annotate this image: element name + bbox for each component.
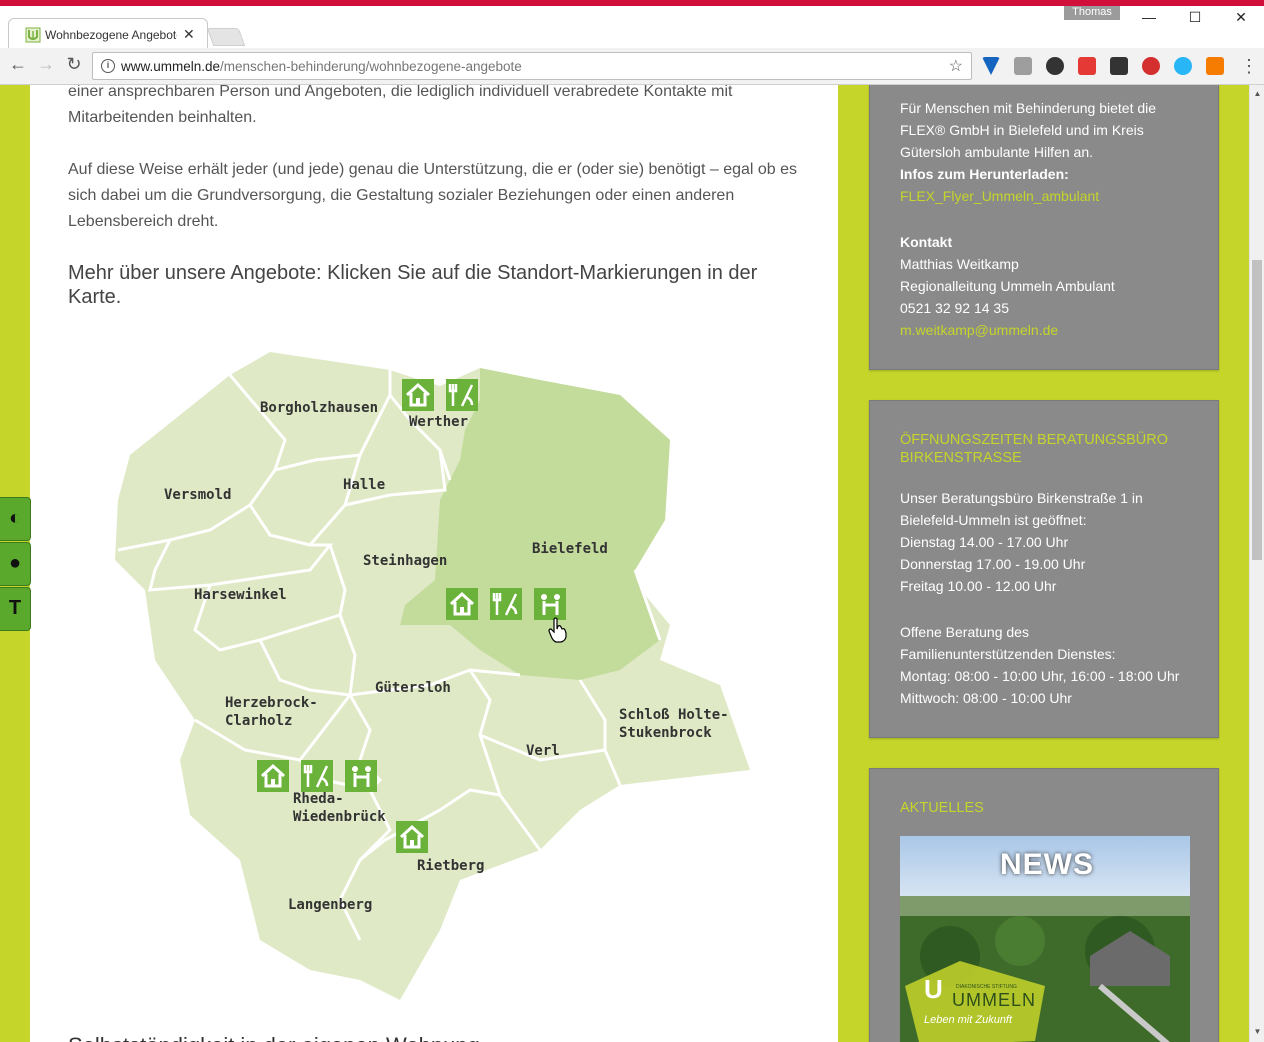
- sidebar-text: Offene Beratung des: [900, 624, 1029, 640]
- forward-arrow-icon[interactable]: →: [34, 54, 58, 75]
- contact-email-link[interactable]: m.weitkamp@ummeln.de: [900, 319, 1200, 341]
- map-label-rheda[interactable]: Rheda-: [293, 791, 344, 807]
- sidebar-text: Familienunterstützenden Dienstes:: [900, 646, 1116, 662]
- reload-icon[interactable]: ↻: [62, 54, 86, 75]
- flyer-download-link[interactable]: FLEX_Flyer_Ummeln_ambulant: [900, 185, 1200, 207]
- map-label-halle[interactable]: Halle: [343, 477, 385, 493]
- sidebar-text: FLEX® GmbH in Bielefeld und im Kreis: [900, 122, 1144, 138]
- logo-name: UMMELN: [952, 990, 1037, 1010]
- extension-s-icon[interactable]: [1142, 57, 1160, 75]
- map-label-werther[interactable]: Werther: [409, 414, 468, 430]
- sidebar-box-flex: Für Menschen mit Behinderung bietet die …: [869, 85, 1219, 370]
- sidebar-text: Gütersloh ambulante Hilfen an.: [900, 144, 1093, 160]
- house-marker-icon[interactable]: [446, 588, 478, 620]
- map-label-rietberg[interactable]: Rietberg: [417, 858, 484, 874]
- support-marker-icon[interactable]: [345, 760, 377, 792]
- grayscale-toggle-icon[interactable]: ●: [0, 542, 31, 586]
- section-subheading: Mehr über unsere Angebote: Klicken Sie a…: [68, 262, 758, 308]
- opening-hours-title: Birkenstraße: [900, 450, 1022, 466]
- map-label-bielefeld[interactable]: Bielefeld: [532, 541, 608, 557]
- map-label-guetersloh[interactable]: Gütersloh: [375, 680, 451, 696]
- contact-role: Regionalleitung Ummeln Ambulant: [900, 278, 1115, 294]
- sidebar-box-opening-hours: Öffnungszeiten Beratungsbüro Birkenstraß…: [869, 400, 1219, 738]
- sidebar-text: Unser Beratungsbüro Birkenstraße 1 in: [900, 490, 1143, 506]
- download-label: Infos zum Herunterladen:: [900, 166, 1069, 182]
- news-label: NEWS: [1000, 848, 1094, 881]
- map-label-langenberg[interactable]: Langenberg: [288, 897, 372, 913]
- site-info-icon[interactable]: i: [101, 59, 115, 73]
- leisure-marker-icon[interactable]: [301, 760, 333, 792]
- ummeln-logo-icon: U: [924, 974, 943, 1004]
- browser-menu-icon[interactable]: ⋮: [1240, 56, 1258, 77]
- extension-ip-icon[interactable]: [1014, 57, 1032, 75]
- text-paragraph: Auf diese Weise erhält jeder (und jede) …: [68, 161, 798, 230]
- news-image[interactable]: NEWS U DIAKONISCHE STIFTUNG UMMELN Leben…: [900, 836, 1190, 1042]
- tab-close-icon[interactable]: ✕: [183, 26, 195, 43]
- house-marker-icon[interactable]: [402, 379, 434, 411]
- section-heading: Selbstständigkeit in der eigenen Wohnung: [68, 1033, 480, 1042]
- map-label-stukenbrock[interactable]: Stukenbrock: [619, 725, 712, 741]
- minimize-icon[interactable]: —: [1126, 6, 1172, 34]
- leisure-marker-icon[interactable]: [490, 588, 522, 620]
- scroll-down-icon[interactable]: ▼: [1250, 1027, 1264, 1036]
- sidebar-text: Mittwoch: 08:00 - 10:00 Uhr: [900, 690, 1072, 706]
- sidebar-text: Bielefeld-Ummeln ist geöffnet:: [900, 512, 1087, 528]
- extension-red-icon[interactable]: [1078, 57, 1096, 75]
- ummeln-favicon-icon: [25, 27, 41, 43]
- scroll-up-icon[interactable]: ▲: [1250, 89, 1264, 98]
- url-host: www.ummeln.de: [121, 59, 221, 74]
- extension-orange-icon[interactable]: [1206, 57, 1224, 75]
- extension-dark-icon[interactable]: [1110, 57, 1128, 75]
- support-marker-icon[interactable]: [534, 588, 566, 620]
- news-title: Aktuelles: [900, 800, 984, 816]
- url-text[interactable]: www.ummeln.de/menschen-behinderung/wohnb…: [121, 59, 522, 74]
- telegram-icon[interactable]: [1174, 57, 1192, 75]
- map-label-clarholz[interactable]: Clarholz: [225, 713, 292, 729]
- house-marker-icon[interactable]: [396, 821, 428, 853]
- sidebar-text: Montag: 08:00 - 10:00 Uhr, 16:00 - 18:00…: [900, 668, 1180, 684]
- leisure-marker-icon[interactable]: [446, 379, 478, 411]
- logo-slogan: Leben mit Zukunft: [924, 1014, 1013, 1026]
- text-size-icon[interactable]: T: [0, 587, 31, 631]
- address-bar[interactable]: i www.ummeln.de/menschen-behinderung/woh…: [92, 52, 972, 80]
- map-label-schloss-holte[interactable]: Schloß Holte-: [619, 707, 729, 723]
- contact-label: Kontakt: [900, 234, 953, 250]
- profile-badge[interactable]: Thomas: [1064, 6, 1120, 20]
- map-label-borgholzhausen[interactable]: Borgholzhausen: [260, 400, 378, 416]
- sidebar-box-news: Aktuelles NEWS U DIAKONISCHE STIFTUNG UM…: [869, 768, 1219, 1042]
- settings-gear-icon[interactable]: [1046, 57, 1064, 75]
- map-label-wiedenbrueck[interactable]: Wiedenbrück: [293, 809, 386, 825]
- contact-phone[interactable]: 0521 32 92 14 35: [900, 297, 1200, 319]
- scrollbar-thumb[interactable]: [1252, 260, 1262, 560]
- window-close-icon[interactable]: ✕: [1218, 6, 1264, 34]
- sidebar-text: Für Menschen mit Behinderung bietet die: [900, 100, 1157, 116]
- map-label-versmold[interactable]: Versmold: [164, 487, 231, 503]
- maximize-icon[interactable]: ☐: [1172, 6, 1218, 34]
- hand-cursor-icon: [548, 617, 567, 643]
- contrast-toggle-icon[interactable]: ◐: [0, 497, 31, 541]
- opening-hours-title: Öffnungszeiten Beratungsbüro: [900, 432, 1168, 448]
- text-paragraph: einer ansprechbaren Person und Angeboten…: [68, 85, 733, 126]
- map-label-herzebrock[interactable]: Herzebrock-: [225, 695, 318, 711]
- sidebar-text: Freitag 10.00 - 12.00 Uhr: [900, 578, 1057, 594]
- page-viewport: einer ansprechbaren Person und Angeboten…: [0, 85, 1249, 1042]
- url-path: /menschen-behinderung/wohnbezogene-angeb…: [220, 59, 522, 74]
- tab-strip: Wohnbezogene Angebote ✕ Thomas — ☐ ✕: [0, 6, 1264, 54]
- tab-title: Wohnbezogene Angebote: [45, 28, 177, 42]
- browser-toolbar: ← → ↻ i www.ummeln.de/menschen-behinderu…: [0, 48, 1264, 85]
- house-marker-icon[interactable]: [257, 760, 289, 792]
- sidebar-text: Dienstag 14.00 - 17.00 Uhr: [900, 534, 1069, 550]
- map-label-verl[interactable]: Verl: [526, 743, 560, 759]
- map-labels: Borgholzhausen Werther Versmold Halle Bi…: [60, 340, 760, 1005]
- map-label-steinhagen[interactable]: Steinhagen: [363, 553, 447, 569]
- page-scrollbar[interactable]: ▲ ▼: [1249, 85, 1264, 1042]
- map-label-harsewinkel[interactable]: Harsewinkel: [194, 587, 287, 603]
- bookmark-star-icon[interactable]: ☆: [949, 56, 963, 76]
- new-tab-button[interactable]: [206, 28, 246, 46]
- extension-v-icon[interactable]: [982, 57, 1000, 75]
- sidebar-text: Donnerstag 17.00 - 19.00 Uhr: [900, 556, 1086, 572]
- contact-name: Matthias Weitkamp: [900, 256, 1019, 272]
- back-arrow-icon[interactable]: ←: [6, 54, 30, 75]
